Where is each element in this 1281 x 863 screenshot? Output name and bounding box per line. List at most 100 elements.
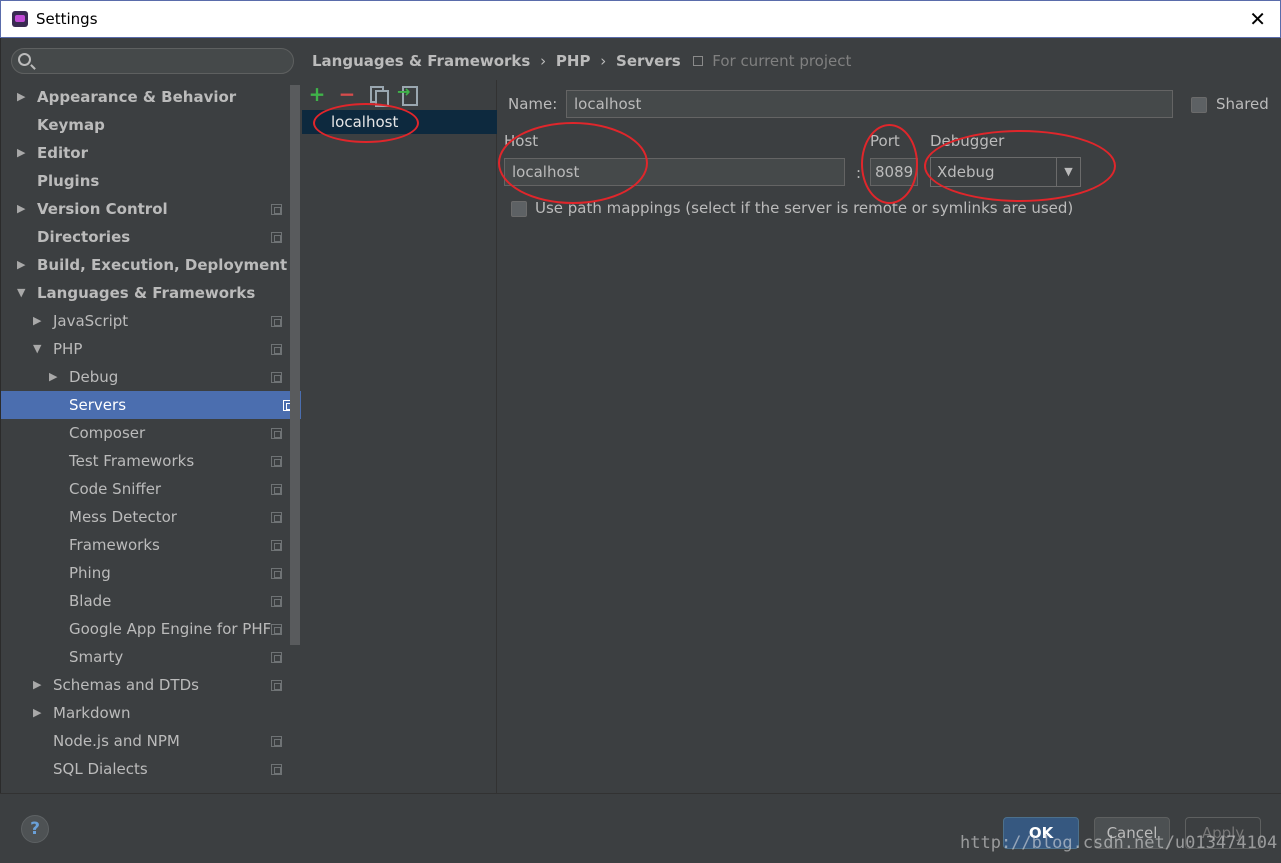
sidebar-item-label: Smarty — [69, 648, 124, 666]
sidebar-item-javascript[interactable]: ▶ JavaScript — [1, 307, 290, 335]
sidebar-item-version-control[interactable]: ▶ Version Control — [1, 195, 290, 223]
help-icon[interactable]: ? — [21, 815, 49, 843]
project-level-icon — [271, 736, 282, 747]
sidebar-scrollbar[interactable] — [290, 85, 300, 645]
sidebar-item-build-execution-deployment[interactable]: ▶ Build, Execution, Deployment — [1, 251, 290, 279]
sidebar-item-plugins[interactable]: Plugins — [1, 167, 290, 195]
project-level-icon — [271, 456, 282, 467]
sidebar-item-frameworks[interactable]: Frameworks — [1, 531, 290, 559]
window-title: Settings — [36, 10, 98, 28]
host-label: Host — [504, 132, 539, 150]
sidebar-item-editor[interactable]: ▶ Editor — [1, 139, 290, 167]
sidebar-item-markdown[interactable]: ▶ Markdown — [1, 699, 290, 727]
project-level-icon — [271, 204, 282, 215]
settings-sidebar: ▶ Appearance & Behavior Keymap ▶ Editor Plugi… — [0, 38, 301, 793]
sidebar-item-label: Blade — [69, 592, 112, 610]
sidebar-item-label: Version Control — [37, 200, 168, 218]
sidebar-item-google-app-engine-for-phf[interactable]: Google App Engine for PHF — [1, 615, 290, 643]
port-field[interactable]: 8089 — [870, 158, 918, 186]
sidebar-item-label: Markdown — [53, 704, 131, 722]
collapsed-arrow-icon[interactable]: ▶ — [17, 251, 29, 279]
sidebar-item-label: Google App Engine for PHF — [69, 620, 272, 638]
settings-search-input[interactable] — [11, 48, 294, 74]
sidebar-item-label: Frameworks — [69, 536, 160, 554]
debugger-label: Debugger — [930, 132, 1005, 150]
collapsed-arrow-icon[interactable]: ▶ — [17, 195, 29, 223]
host-field[interactable]: localhost — [504, 158, 845, 186]
remove-server-button[interactable]: − — [338, 84, 356, 104]
add-server-button[interactable]: + — [308, 84, 326, 104]
sidebar-item-label: SQL Dialects — [53, 760, 148, 778]
sidebar-item-keymap[interactable]: Keymap — [1, 111, 290, 139]
collapsed-arrow-icon[interactable]: ▶ — [33, 671, 45, 699]
sidebar-item-appearance-behavior[interactable]: ▶ Appearance & Behavior — [1, 83, 290, 111]
server-list-item[interactable]: localhost — [302, 110, 497, 134]
project-level-icon — [271, 652, 282, 663]
breadcrumb-separator: › — [600, 52, 607, 70]
settings-tree: ▶ Appearance & Behavior Keymap ▶ Editor Plugi… — [1, 83, 301, 783]
project-level-icon — [271, 540, 282, 551]
project-level-icon — [271, 484, 282, 495]
sidebar-item-languages-frameworks[interactable]: ▼ Languages & Frameworks — [1, 279, 290, 307]
project-level-icon — [271, 232, 282, 243]
phpstorm-app-icon — [12, 11, 28, 27]
sidebar-item-label: Schemas and DTDs — [53, 676, 199, 694]
project-level-icon — [271, 624, 282, 635]
sidebar-item-label: Mess Detector — [69, 508, 177, 526]
sidebar-item-schemas-and-dtds[interactable]: ▶ Schemas and DTDs — [1, 671, 290, 699]
project-level-icon — [271, 512, 282, 523]
sidebar-item-label: Test Frameworks — [69, 452, 195, 470]
server-name-field[interactable]: localhost — [566, 90, 1173, 118]
sidebar-item-code-sniffer[interactable]: Code Sniffer — [1, 475, 290, 503]
sidebar-item-label: Keymap — [37, 116, 105, 134]
sidebar-item-blade[interactable]: Blade — [1, 587, 290, 615]
shared-label: Shared — [1216, 95, 1269, 113]
collapsed-arrow-icon[interactable]: ▶ — [49, 363, 61, 391]
sidebar-item-label: Node.js and NPM — [53, 732, 180, 750]
sidebar-item-phing[interactable]: Phing — [1, 559, 290, 587]
close-icon[interactable]: ✕ — [1249, 9, 1266, 29]
port-label: Port — [870, 132, 900, 150]
import-server-icon[interactable] — [397, 83, 418, 106]
shared-checkbox[interactable] — [1191, 97, 1207, 113]
sidebar-item-label: Editor — [37, 144, 88, 162]
name-label: Name: — [508, 95, 558, 113]
collapsed-arrow-icon[interactable]: ▶ — [17, 83, 29, 111]
sidebar-item-directories[interactable]: Directories — [1, 223, 290, 251]
sidebar-item-label: Appearance & Behavior — [37, 88, 237, 106]
breadcrumb-separator: › — [540, 52, 547, 70]
breadcrumb-languages: Languages & Frameworks — [312, 52, 531, 70]
sidebar-item-node-js-and-npm[interactable]: Node.js and NPM — [1, 727, 290, 755]
path-mappings-label: Use path mappings (select if the server … — [535, 199, 1074, 217]
project-level-icon — [271, 372, 282, 383]
expanded-arrow-icon[interactable]: ▼ — [17, 279, 29, 307]
sidebar-item-label: Servers — [69, 396, 127, 414]
sidebar-item-debug[interactable]: ▶ Debug — [1, 363, 290, 391]
debugger-selected-value: Xdebug — [937, 163, 995, 181]
project-level-icon — [271, 428, 282, 439]
expanded-arrow-icon[interactable]: ▼ — [33, 335, 45, 363]
sidebar-item-label: Languages & Frameworks — [37, 284, 256, 302]
watermark-text: http://blog.csdn.net/u013474104 — [960, 833, 1278, 853]
sidebar-item-servers[interactable]: Servers — [1, 391, 301, 419]
collapsed-arrow-icon[interactable]: ▶ — [33, 699, 45, 727]
search-icon — [18, 53, 31, 66]
project-level-icon — [271, 764, 282, 775]
sidebar-item-smarty[interactable]: Smarty — [1, 643, 290, 671]
breadcrumb: Languages & Frameworks › PHP › Servers F… — [312, 52, 851, 70]
servers-list-panel: + − localhost — [302, 80, 497, 793]
project-level-icon — [271, 680, 282, 691]
sidebar-item-test-frameworks[interactable]: Test Frameworks — [1, 447, 290, 475]
sidebar-item-sql-dialects[interactable]: SQL Dialects — [1, 755, 290, 783]
sidebar-item-label: JavaScript — [53, 312, 129, 330]
collapsed-arrow-icon[interactable]: ▶ — [33, 307, 45, 335]
collapsed-arrow-icon[interactable]: ▶ — [17, 139, 29, 167]
sidebar-item-composer[interactable]: Composer — [1, 419, 290, 447]
sidebar-item-label: Plugins — [37, 172, 100, 190]
path-mappings-checkbox[interactable] — [511, 201, 527, 217]
sidebar-item-mess-detector[interactable]: Mess Detector — [1, 503, 290, 531]
sidebar-item-label: Code Sniffer — [69, 480, 162, 498]
copy-server-icon[interactable] — [368, 85, 389, 107]
debugger-select[interactable]: Xdebug ▼ — [930, 157, 1081, 187]
sidebar-item-php[interactable]: ▼ PHP — [1, 335, 290, 363]
